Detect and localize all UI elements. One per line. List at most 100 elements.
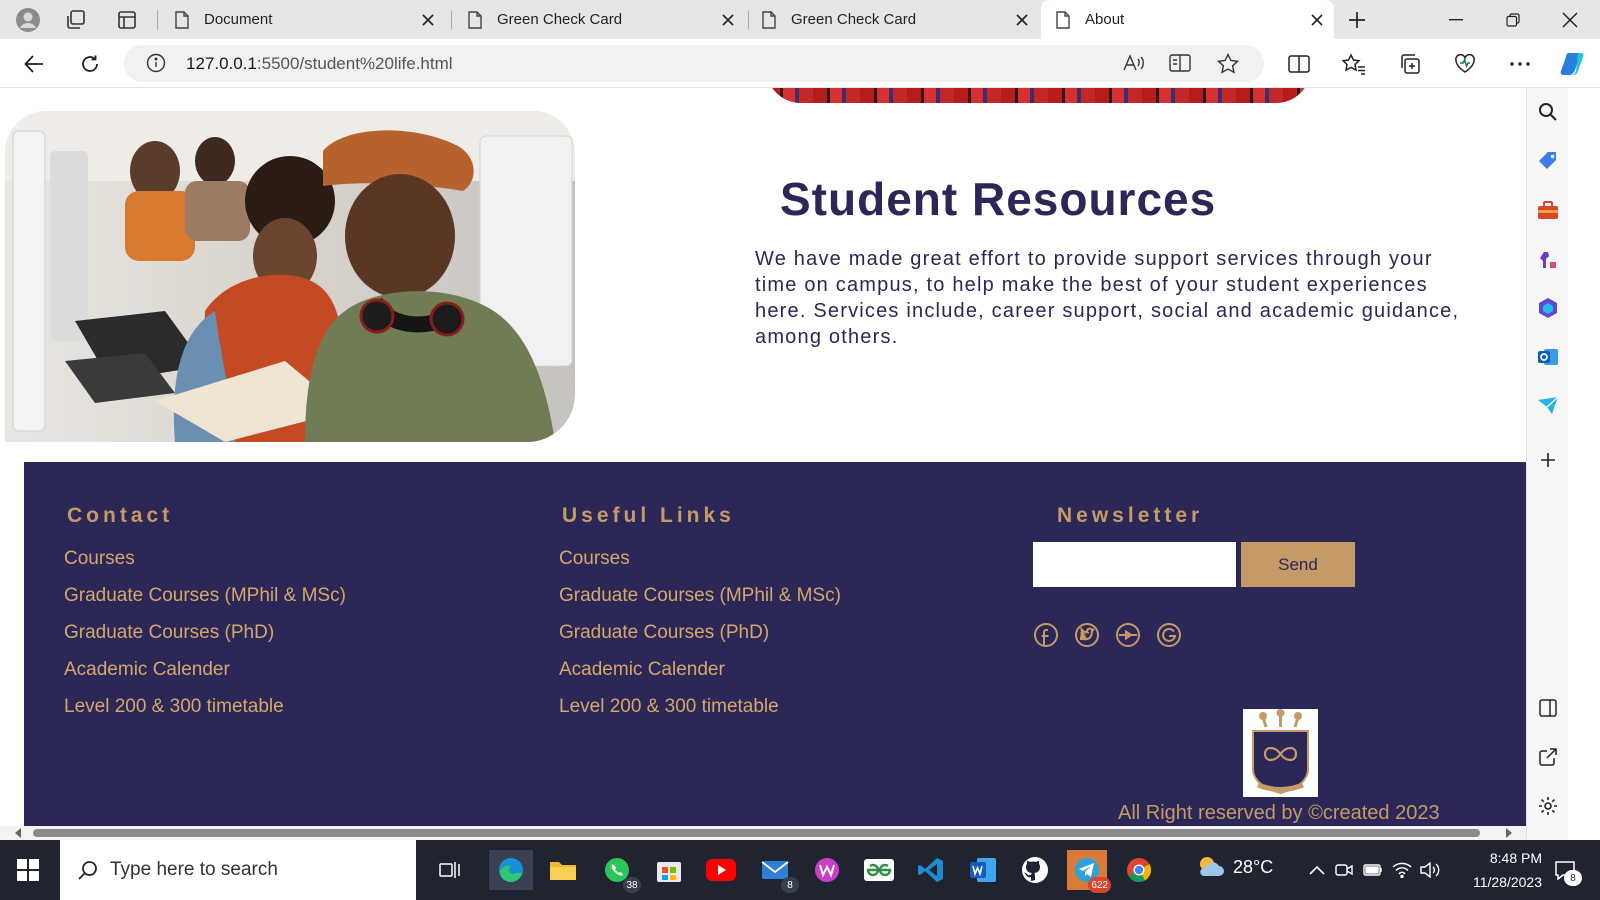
url-text: 127.0.0.1:5500/student%20life.html <box>186 54 453 74</box>
close-tab-icon[interactable] <box>1011 9 1033 31</box>
wifi-icon[interactable] <box>1391 859 1413 881</box>
footer-link[interactable]: Level 200 & 300 timetable <box>64 696 346 733</box>
settings-gear-icon[interactable] <box>1532 790 1564 822</box>
page-icon <box>1056 10 1070 29</box>
google-icon[interactable] <box>1156 622 1182 648</box>
youtube-icon[interactable] <box>1115 622 1141 648</box>
mail-icon[interactable]: 8 <box>755 850 799 893</box>
footer-link[interactable]: Level 200 & 300 timetable <box>559 696 841 733</box>
footer-link[interactable]: Courses <box>64 548 346 585</box>
search-icon[interactable] <box>1532 96 1564 128</box>
copyright-text: All Right reserved by ©created 2023 <box>1118 802 1440 824</box>
system-clock[interactable]: 8:48 PM 11/28/2023 <box>1446 846 1542 894</box>
hide-sidebar-icon[interactable] <box>1532 692 1564 724</box>
new-tab-icon[interactable] <box>1341 4 1373 36</box>
split-screen-icon[interactable] <box>1282 47 1316 81</box>
close-tab-icon[interactable] <box>417 9 439 31</box>
footer-link[interactable]: Graduate Courses (PhD) <box>64 622 346 659</box>
newsletter-email-input[interactable] <box>1033 542 1236 587</box>
page-icon <box>468 10 482 29</box>
twitter-icon[interactable] <box>1074 622 1100 648</box>
back-button[interactable] <box>17 47 51 81</box>
tab-title: Green Check Card <box>791 11 917 28</box>
contact-heading: Contact <box>67 504 174 527</box>
minimize-icon[interactable] <box>1428 0 1484 39</box>
microsoft-365-icon[interactable] <box>1532 292 1564 324</box>
chrome-icon[interactable] <box>1119 850 1159 890</box>
open-external-icon[interactable] <box>1532 741 1564 773</box>
footer-link[interactable]: Graduate Courses (MPhil & MSc) <box>559 585 841 622</box>
browser-tab-bar: Document Green Check Card Green Check Ca… <box>0 0 1600 39</box>
close-window-icon[interactable] <box>1542 0 1598 39</box>
immersive-reader-icon[interactable] <box>1169 53 1191 73</box>
horizontal-scrollbar[interactable] <box>0 826 1526 840</box>
refresh-button[interactable] <box>73 47 107 81</box>
newsletter-heading: Newsletter <box>1057 504 1204 527</box>
useful-links-heading: Useful Links <box>562 504 735 527</box>
tab-green-check-card[interactable]: Green Check Card <box>747 0 1039 39</box>
tab-separator <box>451 10 452 30</box>
weather-widget[interactable]: 28°C <box>1195 854 1273 880</box>
youtube-app-icon[interactable] <box>701 850 741 890</box>
file-explorer-icon[interactable] <box>543 850 583 890</box>
tab-green-check-card[interactable]: Green Check Card <box>453 0 745 39</box>
vscode-icon[interactable] <box>911 850 951 890</box>
footer-link[interactable]: Courses <box>559 548 841 585</box>
games-icon[interactable] <box>1532 243 1564 275</box>
scroll-right-arrow[interactable] <box>1505 828 1513 838</box>
favorite-star-icon[interactable] <box>1217 53 1239 74</box>
search-icon <box>78 861 97 880</box>
wps-office-icon[interactable] <box>807 850 847 890</box>
facebook-icon[interactable] <box>1033 622 1059 648</box>
workspaces-icon[interactable] <box>60 4 92 36</box>
footer-link[interactable]: Graduate Courses (PhD) <box>559 622 841 659</box>
site-info-icon[interactable] <box>146 53 166 73</box>
geeksforgeeks-icon[interactable] <box>859 850 899 890</box>
whatsapp-badge: 38 <box>623 877 641 893</box>
telegram-icon[interactable]: 622 <box>1067 850 1111 893</box>
word-icon[interactable] <box>963 850 1003 890</box>
newsletter-send-button[interactable]: Send <box>1241 542 1355 587</box>
microsoft-store-icon[interactable] <box>649 850 689 890</box>
url-field[interactable]: 127.0.0.1:5500/student%20life.html <box>124 45 1264 82</box>
read-aloud-icon[interactable] <box>1122 53 1144 73</box>
add-sidebar-app-icon[interactable] <box>1532 444 1564 476</box>
telegram-badge: 622 <box>1088 877 1111 893</box>
close-tab-icon[interactable] <box>717 9 739 31</box>
tools-briefcase-icon[interactable] <box>1532 194 1564 226</box>
volume-icon[interactable] <box>1419 859 1441 881</box>
edge-browser-icon[interactable] <box>489 850 533 890</box>
copilot-icon[interactable] <box>1556 47 1590 81</box>
whatsapp-icon[interactable]: 38 <box>597 850 641 893</box>
task-view-icon[interactable] <box>430 850 470 890</box>
notification-center-icon[interactable]: 8 <box>1550 856 1582 886</box>
restore-icon[interactable] <box>1485 0 1541 39</box>
meet-now-icon[interactable] <box>1333 859 1355 881</box>
shopping-tag-icon[interactable] <box>1532 145 1564 177</box>
tab-about[interactable]: About <box>1041 0 1334 39</box>
windows-start-icon[interactable] <box>8 850 48 890</box>
close-tab-icon[interactable] <box>1306 9 1328 31</box>
battery-icon[interactable] <box>1362 859 1384 881</box>
outlook-icon[interactable] <box>1532 341 1564 373</box>
chevron-up-icon[interactable] <box>1306 859 1328 881</box>
footer-link[interactable]: Graduate Courses (MPhil & MSc) <box>64 585 346 622</box>
github-icon[interactable] <box>1015 850 1055 890</box>
footer-link[interactable]: Academic Calender <box>64 659 346 696</box>
tab-actions-icon[interactable] <box>111 4 143 36</box>
drop-send-icon[interactable] <box>1532 390 1564 422</box>
collections-icon[interactable] <box>1393 47 1427 81</box>
footer-link[interactable]: Academic Calender <box>559 659 841 696</box>
tab-title: Green Check Card <box>497 11 623 28</box>
temperature: 28°C <box>1233 856 1274 877</box>
profile-icon[interactable] <box>12 4 44 36</box>
page-viewport: Student Resources We have made great eff… <box>0 88 1526 826</box>
taskbar-search-box[interactable]: Type here to search <box>60 840 416 900</box>
favorites-icon[interactable] <box>1337 47 1371 81</box>
horizontal-scrollbar-thumb[interactable] <box>33 829 1480 837</box>
browser-essentials-icon[interactable] <box>1448 47 1482 81</box>
site-footer: Contact Courses Graduate Courses (MPhil … <box>24 462 1526 826</box>
scroll-left-arrow[interactable] <box>14 828 22 838</box>
tab-document[interactable]: Document <box>160 0 445 39</box>
more-menu-icon[interactable] <box>1503 47 1537 81</box>
